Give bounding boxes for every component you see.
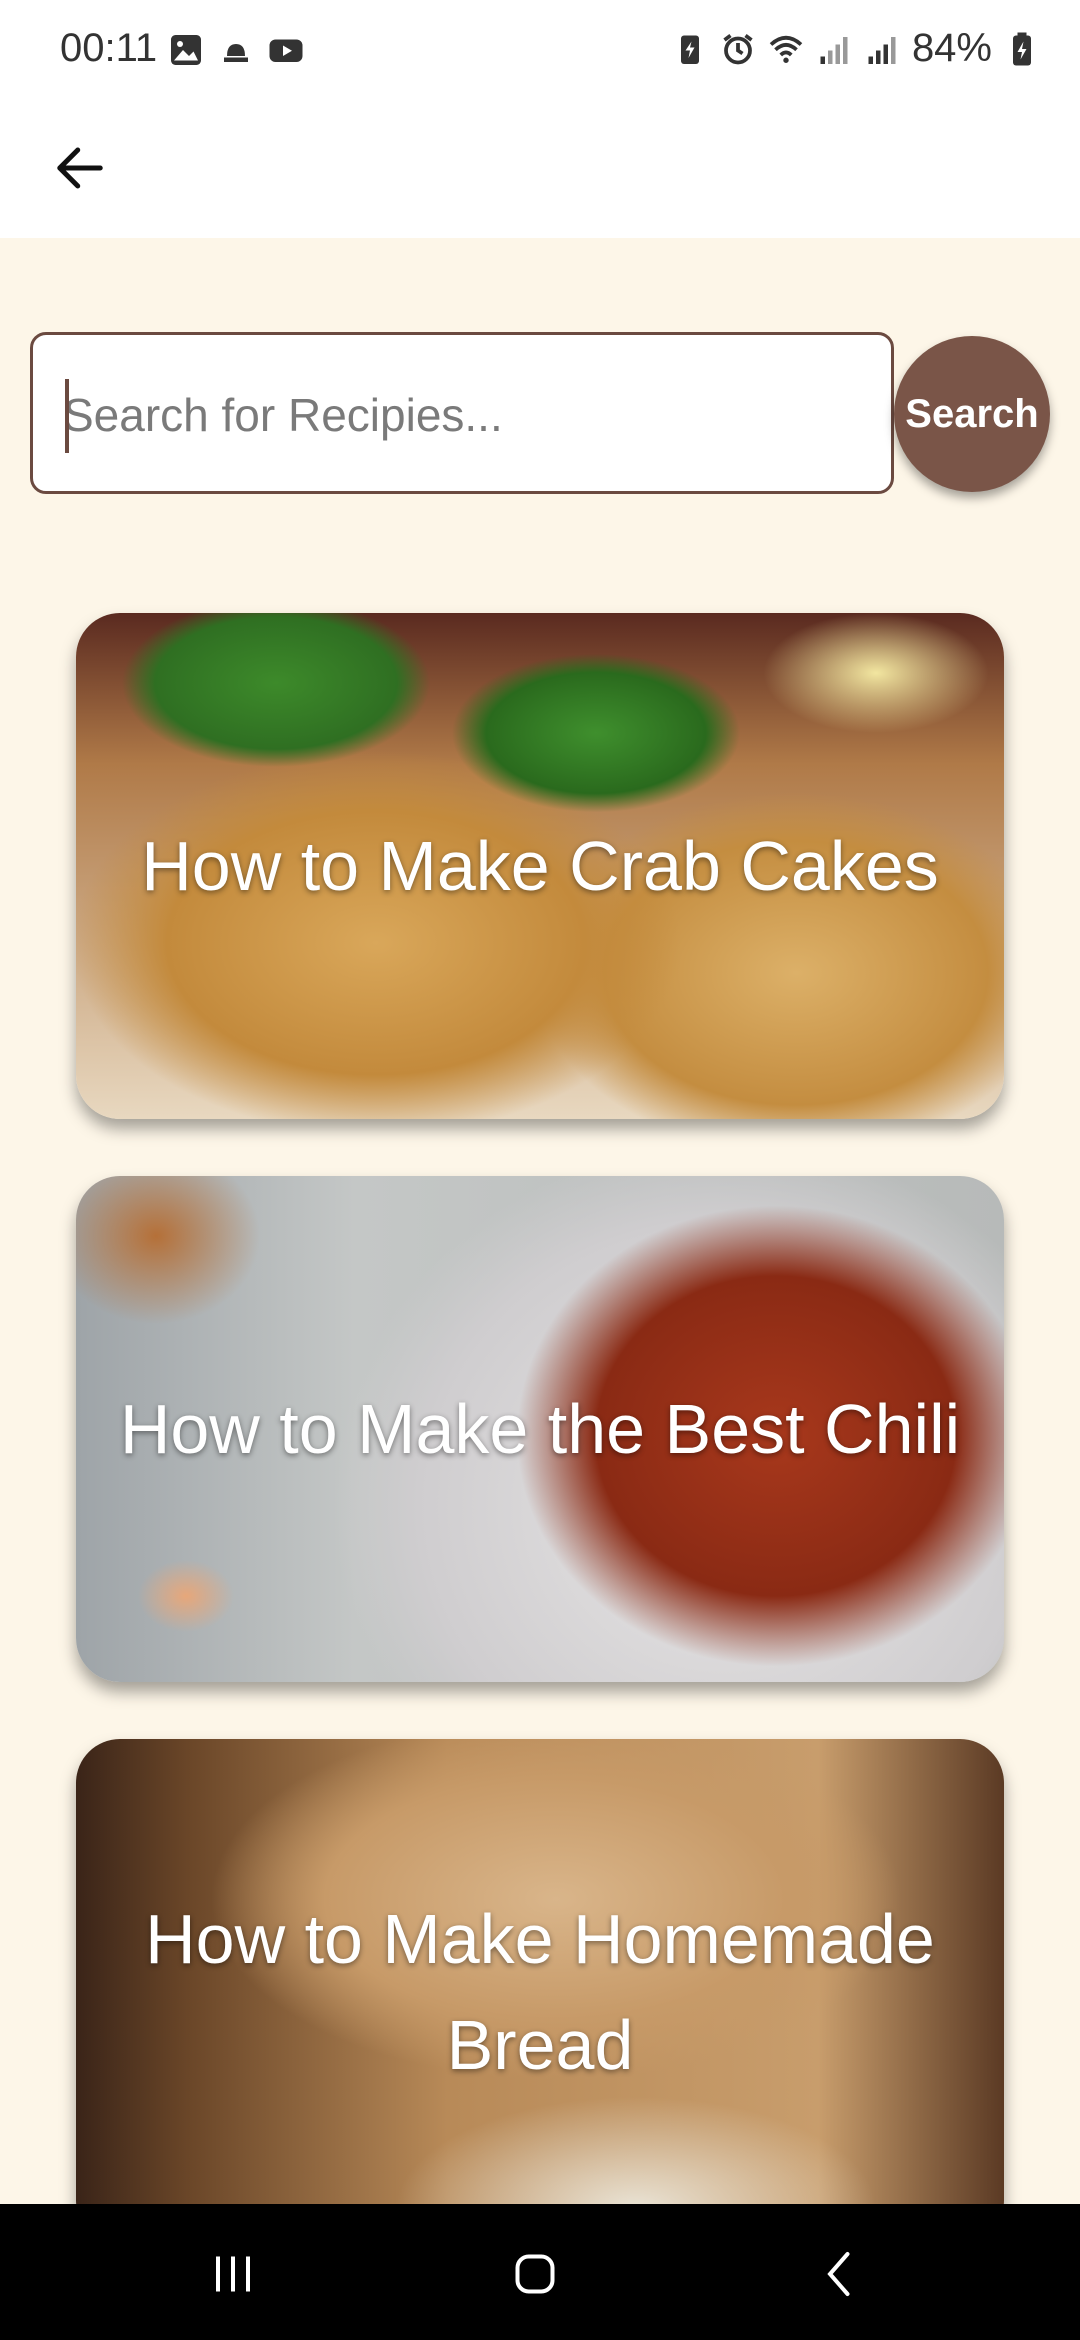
recent-apps-button[interactable] [183,2234,283,2314]
signal-icon [820,36,848,64]
recipe-title: How to Make Crab Cakes [141,827,939,905]
recent-apps-icon [216,2256,250,2292]
app-bar [0,100,1080,238]
battery-saver-icon [680,35,699,64]
battery-percentage: 84% [911,26,992,70]
recipe-card[interactable]: How to Make the Best Chili [76,1176,1004,1682]
battery-icon [1013,32,1031,65]
recipe-card[interactable]: How to Make Homemade Bread [76,1739,1004,2245]
arrow-left-icon [57,147,103,189]
notification-icon [224,44,248,62]
back-icon [827,2252,850,2296]
status-bar: 00:11 84% [0,0,1080,100]
status-system-icons: 84% [672,26,1040,71]
system-navigation-bar [0,2204,1080,2340]
back-button[interactable] [40,128,120,208]
home-button[interactable] [485,2234,585,2314]
alarm-icon [723,33,753,64]
search-input[interactable] [63,379,863,451]
wifi-icon [769,35,803,63]
recipe-title: How to Make the Best Chili [119,1390,961,1468]
recipe-card[interactable]: How to Make Crab Cakes [76,613,1004,1119]
status-time: 00:11 [60,26,158,70]
youtube-icon [269,39,303,62]
text-cursor [65,379,69,453]
search-row: Search [30,332,1060,494]
signal-icon [868,36,896,64]
status-notification-icons [168,32,304,68]
home-icon [515,2254,555,2294]
gallery-icon [171,35,201,65]
search-button[interactable]: Search [894,336,1050,492]
recipe-search-screen: 00:11 84% Search for Recipies... Search … [0,0,1080,2340]
system-back-button[interactable] [790,2234,890,2314]
search-field[interactable] [30,332,894,494]
recipe-title: How to Make Homemade Bread [145,1900,935,2084]
